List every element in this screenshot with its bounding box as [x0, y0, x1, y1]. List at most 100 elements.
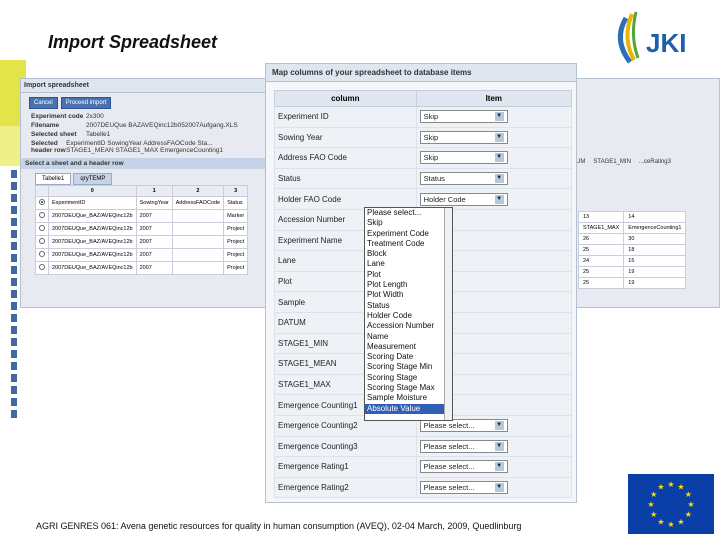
table-row[interactable]: 2007DEUQue_BAZ/AVEQinc12b 2007 Project: [35, 235, 249, 249]
radio-cell[interactable]: [35, 261, 49, 275]
dropdown-option[interactable]: Plot: [365, 270, 452, 280]
scrollbar[interactable]: [444, 208, 452, 420]
mapping-row: Sowing Year Skip ▼: [274, 126, 573, 149]
table-cell: Project: [223, 248, 249, 262]
dropdown-option[interactable]: Sample Moisture: [365, 393, 452, 403]
star-icon: ★: [687, 500, 694, 509]
mapping-row: Address FAO Code Skip ▼: [274, 147, 573, 169]
dropdown-option[interactable]: Measurement: [365, 342, 452, 352]
item-select[interactable]: Skip ▼: [419, 110, 508, 124]
radio-cell[interactable]: [35, 248, 49, 262]
info-row: Experiment code 2x300: [31, 113, 261, 120]
radio-cell[interactable]: [35, 209, 49, 223]
mapping-row: Status Status ▼: [274, 167, 573, 190]
header-row-fragment: UM STAGE1_MIN ...ceRating3: [572, 79, 719, 165]
item-select[interactable]: Please select... ▼: [419, 439, 508, 453]
star-icon: ★: [667, 520, 674, 529]
tab-tabelle1[interactable]: Tabelle1: [35, 173, 72, 185]
info-key: Selected sheet: [31, 131, 77, 138]
table-cell: Project: [223, 261, 249, 275]
item-select[interactable]: Please select... ▼: [419, 419, 508, 433]
select-value: Holder Code: [423, 194, 466, 204]
proceed-import-button[interactable]: Proceed import: [60, 97, 112, 109]
chevron-down-icon[interactable]: ▼: [494, 421, 504, 431]
table-cell: 26: [577, 233, 625, 245]
table-cell: 19: [623, 266, 687, 278]
dropdown-option[interactable]: Treatment Code: [365, 239, 452, 249]
dropdown-option[interactable]: Scoring Stage Min: [365, 362, 452, 372]
eu-flag: ★★★★★★★★★ ★ ★★: [628, 474, 714, 534]
table-cell: 2007: [135, 209, 173, 223]
chevron-down-icon[interactable]: ▼: [494, 194, 504, 204]
radio-cell[interactable]: [35, 222, 49, 236]
radio-button[interactable]: [39, 212, 45, 218]
item-select[interactable]: Skip ▼: [419, 151, 508, 165]
info-row: Filename 2007DEUQue BAZAVEQinc12b052007Au…: [31, 122, 261, 129]
dropdown-option[interactable]: Scoring Stage Max: [365, 383, 452, 393]
table-cell: 2007DEUQue_BAZ/AVEQinc12b: [48, 209, 137, 223]
dropdown-option[interactable]: Scoring Stage: [365, 373, 452, 383]
column-header: 13: [577, 211, 625, 223]
dropdown-option[interactable]: Accession Number: [365, 321, 452, 331]
table-row[interactable]: 2007DEUQue_BAZ/AVEQinc12b 2007 Project: [35, 222, 249, 236]
dropdown-option[interactable]: Block: [365, 249, 452, 259]
slide-title: Import Spreadsheet: [48, 32, 218, 52]
table-cell: EmergenceCounting1: [623, 222, 687, 234]
dropdown-option[interactable]: Holder Code: [365, 311, 452, 321]
chevron-down-icon[interactable]: ▼: [494, 153, 504, 163]
table-row[interactable]: ExperimentID SowingYear AddressFAOCode Stat…: [35, 196, 249, 210]
radio-cell[interactable]: [35, 196, 49, 210]
table-cell: AddressFAOCode: [171, 196, 225, 210]
radio-button[interactable]: [39, 199, 45, 205]
dropdown-option[interactable]: Please select...: [365, 208, 452, 218]
dropdown-option[interactable]: Plot Width: [365, 290, 452, 300]
item-select[interactable]: Please select... ▼: [419, 460, 508, 474]
dropdown-option[interactable]: Plot Length: [365, 280, 452, 290]
select-value: Please select...: [423, 462, 475, 472]
mapping-row: Emergence Rating2 Please select... ▼: [274, 476, 573, 499]
import-window-right: UM STAGE1_MIN ...ceRating3 13 14 STAGE1_MAX E…: [572, 78, 720, 308]
column-header: column: [274, 90, 417, 107]
table-cell: [171, 261, 225, 275]
chevron-down-icon[interactable]: ▼: [494, 482, 504, 492]
dropdown-option[interactable]: Name: [365, 332, 452, 342]
info-row: Selected header row ExperimentID SowingYe…: [31, 140, 261, 154]
chevron-down-icon[interactable]: ▼: [494, 174, 504, 184]
table-cell: 19: [623, 277, 687, 289]
chevron-down-icon[interactable]: ▼: [494, 132, 504, 142]
radio-button[interactable]: [39, 251, 45, 257]
radio-button[interactable]: [39, 264, 45, 270]
dropdown-option[interactable]: Status: [365, 301, 452, 311]
table-cell: 2007: [135, 261, 173, 275]
table-row[interactable]: 2007DEUQue_BAZ/AVEQinc12b 2007 Project: [35, 261, 249, 275]
star-icon: ★: [657, 483, 664, 492]
radio-cell[interactable]: [35, 235, 49, 249]
column-name: Emergence Rating2: [274, 476, 417, 499]
item-select[interactable]: Please select... ▼: [419, 480, 508, 494]
dropdown-option[interactable]: Skip: [365, 218, 452, 228]
item-select[interactable]: Holder Code ▼: [419, 192, 508, 206]
star-icon: ★: [650, 510, 657, 519]
chevron-down-icon[interactable]: ▼: [494, 112, 504, 122]
radio-button[interactable]: [39, 238, 45, 244]
chevron-down-icon[interactable]: ▼: [494, 462, 504, 472]
decor-stripes: [11, 170, 17, 420]
table-row[interactable]: 2007DEUQue_BAZ/AVEQinc12b 2007 Marker: [35, 209, 249, 223]
cancel-button[interactable]: Cancel: [29, 97, 58, 109]
table-cell: ExperimentID: [48, 196, 137, 210]
item-select[interactable]: Status ▼: [419, 172, 508, 186]
radio-button[interactable]: [39, 225, 45, 231]
table-cell: [171, 248, 225, 262]
dropdown-option[interactable]: Scoring Date: [365, 352, 452, 362]
column-header: 3: [223, 185, 249, 197]
item-dropdown-list[interactable]: Please select... Skip Experiment Code Treat…: [364, 207, 453, 421]
dropdown-option[interactable]: Lane: [365, 259, 452, 269]
table-row[interactable]: 2007DEUQue_BAZ/AVEQinc12b 2007 Project: [35, 248, 249, 262]
item-select[interactable]: Skip ▼: [419, 130, 508, 144]
dropdown-option[interactable]: Experiment Code: [365, 229, 452, 239]
table-row: 25 19: [577, 266, 687, 278]
tab-qrytemp[interactable]: qryTEMP: [73, 173, 113, 185]
chevron-down-icon[interactable]: ▼: [494, 441, 504, 451]
header-cell: ...ceRating3: [638, 159, 671, 165]
dropdown-option[interactable]: Absolute Value: [365, 403, 452, 414]
